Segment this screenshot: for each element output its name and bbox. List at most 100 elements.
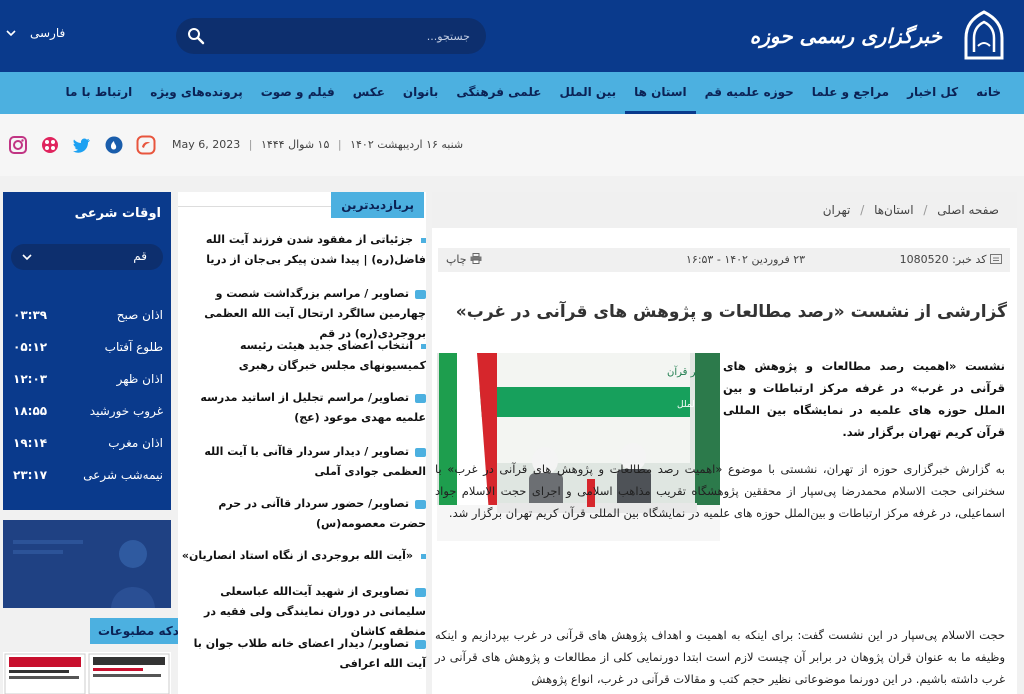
- camera-icon: [415, 393, 426, 403]
- article: صفحه اصلی / استان‌ها / تهران کد خبر: 108…: [432, 192, 1017, 694]
- instagram-icon[interactable]: [8, 135, 28, 155]
- nav-item[interactable]: استان ها: [625, 72, 696, 114]
- camera-icon: [415, 289, 426, 299]
- aparat-icon[interactable]: [40, 135, 60, 155]
- prayer-time-row: ۲۳:۱۷ نیمه‌شب شرعی: [13, 468, 163, 488]
- prayer-time-value: ۱۲:۰۳: [13, 372, 48, 386]
- article-headline: گزارشی از نشست «رصد مطالعات و پژوهش های …: [455, 302, 1007, 322]
- most-visited-item-text: تصاویر / دیدار سردار قاآنی با آیت الله ا…: [204, 445, 426, 478]
- nav-item[interactable]: ارتباط با ما: [57, 72, 142, 114]
- most-visited-item-text: تصاویر/ حضور سردار قاآنی در حرم حضرت معص…: [218, 497, 426, 530]
- prayer-time-value: ۰۳:۳۹: [13, 308, 48, 322]
- camera-icon: [415, 587, 426, 597]
- prayer-time-label: غروب خورشید: [89, 404, 163, 418]
- eitaa-icon[interactable]: [104, 135, 124, 155]
- prayer-time-row: ۰۳:۳۹ اذان صبح: [13, 308, 163, 328]
- most-visited-item-text: تصاویری از شهید آیت‌الله عباسعلی سلیمانی…: [204, 585, 426, 638]
- prayer-time-label: اذان ظهر: [116, 372, 163, 386]
- date-text: شنبه ۱۶ اردیبهشت ۱۴۰۲ | ۱۵ شوال ۱۴۴۴ | M…: [172, 138, 464, 151]
- nav-item[interactable]: کل اخبار: [898, 72, 967, 114]
- soroush-icon[interactable]: [136, 135, 156, 155]
- nav-item[interactable]: علمی فرهنگی: [447, 72, 550, 114]
- breadcrumb-provinces[interactable]: استان‌ها: [874, 203, 913, 217]
- hawzah-logo-icon: [964, 10, 1004, 60]
- prayer-time-label: اذان مغرب: [108, 436, 163, 450]
- article-paragraph-2: حجت الاسلام پی‌سپار در این نشست گفت: برا…: [435, 628, 1005, 686]
- breadcrumb-home[interactable]: صفحه اصلی: [937, 203, 999, 217]
- logo-text: خبرگزاری رسمی حوزه: [749, 24, 942, 48]
- leader-banner[interactable]: [3, 520, 171, 608]
- leader-portrait-image: [3, 520, 171, 608]
- print-button[interactable]: چاپ: [446, 253, 482, 266]
- nav-item[interactable]: مراجع و علما: [803, 72, 898, 114]
- hijri-date: ۱۵ شوال ۱۴۴۴: [260, 138, 330, 151]
- most-visited-item[interactable]: انتخاب اعضای جدید هیئت رئیسه کمیسیونهای …: [180, 336, 426, 376]
- camera-icon: [415, 639, 426, 649]
- newspaper-thumbnails[interactable]: [3, 652, 171, 694]
- most-visited-item[interactable]: تصاویر/ مراسم تجلیل از اساتید مدرسه علمی…: [180, 388, 426, 428]
- prayer-time-label: اذان صبح: [116, 308, 163, 322]
- most-visited-panel: پربازدیدترین جزئیاتی از مفقود شدن فرزند …: [178, 192, 426, 694]
- news-id-icon: [990, 254, 1002, 264]
- city-value: قم: [133, 249, 147, 263]
- most-visited-item[interactable]: تصاویر/ حضور سردار قاآنی در حرم حضرت معص…: [180, 494, 426, 534]
- print-label: چاپ: [446, 253, 467, 266]
- news-id-label: کد خبر: 1080520: [899, 253, 987, 266]
- news-id: کد خبر: 1080520: [900, 253, 1002, 266]
- publish-date: ۲۳ فروردین ۱۴۰۲ - ۱۶:۵۳: [686, 253, 806, 266]
- breadcrumb: صفحه اصلی / استان‌ها / تهران: [432, 192, 1017, 228]
- most-visited-item-text: تصاویر/ دیدار اعضای خانه طلاب جوان با آی…: [193, 637, 426, 670]
- prayer-time-value: ۰۵:۱۲: [13, 340, 48, 354]
- most-visited-item[interactable]: تصاویر / مراسم بزرگداشت شصت و چهارمین سا…: [180, 284, 426, 344]
- prayer-time-row: ۱۸:۵۵ غروب خورشید: [13, 404, 163, 424]
- most-visited-item[interactable]: تصاویر/ دیدار اعضای خانه طلاب جوان با آی…: [180, 634, 426, 674]
- most-visited-item-text: انتخاب اعضای جدید هیئت رئیسه کمیسیونهای …: [238, 339, 426, 372]
- divider: [178, 206, 348, 207]
- nav-item[interactable]: پرونده‌های ویژه: [141, 72, 251, 114]
- prayer-time-label: نیمه‌شب شرعی: [83, 468, 163, 482]
- main-nav: خانه کل اخبار مراجع و علما حوزه علمیه قم است…: [0, 72, 1024, 114]
- nav-item[interactable]: عکس: [344, 72, 394, 114]
- most-visited-item[interactable]: تصاویر / دیدار سردار قاآنی با آیت الله ا…: [180, 442, 426, 482]
- search-input[interactable]: [230, 26, 470, 46]
- search-icon[interactable]: [186, 26, 206, 46]
- camera-icon: [415, 499, 426, 509]
- prayer-time-row: ۱۲:۰۳ اذان ظهر: [13, 372, 163, 392]
- prayer-time-row: ۰۵:۱۲ طلوع آفتاب: [13, 340, 163, 360]
- prayer-time-value: ۲۳:۱۷: [13, 468, 48, 482]
- date-bar: شنبه ۱۶ اردیبهشت ۱۴۰۲ | ۱۵ شوال ۱۴۴۴ | M…: [0, 114, 1024, 176]
- article-lead: نشست «اهمیت رصد مطالعات و پژوهش های قرآن…: [723, 359, 1005, 439]
- camera-icon: [415, 447, 426, 457]
- bullet-icon: [421, 343, 426, 349]
- article-paragraph-1: به گزارش خبرگزاری حوزه از تهران، نشستی ب…: [435, 462, 1005, 520]
- nav-item[interactable]: فیلم و صوت: [252, 72, 344, 114]
- most-visited-item-text: تصاویر / مراسم بزرگداشت شصت و چهارمین سا…: [204, 287, 426, 340]
- nav-item[interactable]: خانه: [967, 72, 1010, 114]
- bullet-icon: [421, 237, 426, 243]
- nav-item[interactable]: حوزه علمیه قم: [696, 72, 803, 114]
- twitter-icon[interactable]: [72, 135, 92, 155]
- language-selector[interactable]: فارسی: [6, 26, 65, 40]
- most-visited-item[interactable]: تصاویری از شهید آیت‌الله عباسعلی سلیمانی…: [180, 582, 426, 642]
- most-visited-item[interactable]: جزئیاتی از مفقود شدن فرزند آیت الله فاضل…: [180, 230, 426, 270]
- bullet-icon: [421, 553, 426, 559]
- nav-item[interactable]: بانوان: [394, 72, 447, 114]
- social-links: [8, 135, 156, 155]
- gregorian-date: May 6, 2023: [172, 138, 241, 151]
- nav-item[interactable]: بین الملل: [550, 72, 625, 114]
- site-logo[interactable]: خبرگزاری رسمی حوزه: [750, 8, 1012, 64]
- persian-date: شنبه ۱۶ اردیبهشت ۱۴۰۲: [350, 138, 464, 151]
- city-select[interactable]: قم: [11, 244, 163, 270]
- most-visited-item-text: جزئیاتی از مفقود شدن فرزند آیت الله فاضل…: [205, 233, 426, 266]
- prayer-times-panel: اوقات شرعی قم ۰۳:۳۹ اذان صبح ۰۵:۱۲ طلوع آفت…: [3, 192, 171, 510]
- prayer-time-label: طلوع آفتاب: [104, 340, 163, 354]
- language-label: فارسی: [30, 26, 66, 40]
- most-visited-item[interactable]: «آیت الله بروجردی از نگاه استاد انصاریان…: [180, 546, 426, 566]
- printer-icon: [470, 253, 482, 264]
- prayer-time-value: ۱۸:۵۵: [13, 404, 48, 418]
- most-visited-item-text: تصاویر/ مراسم تجلیل از اساتید مدرسه علمی…: [200, 391, 426, 424]
- prayer-time-row: ۱۹:۱۴ اذان مغرب: [13, 436, 163, 456]
- prayer-time-value: ۱۹:۱۴: [13, 436, 48, 450]
- article-meta: کد خبر: 1080520 ۲۳ فروردین ۱۴۰۲ - ۱۶:۵۳ …: [438, 248, 1010, 272]
- breadcrumb-tehran[interactable]: تهران: [823, 203, 851, 217]
